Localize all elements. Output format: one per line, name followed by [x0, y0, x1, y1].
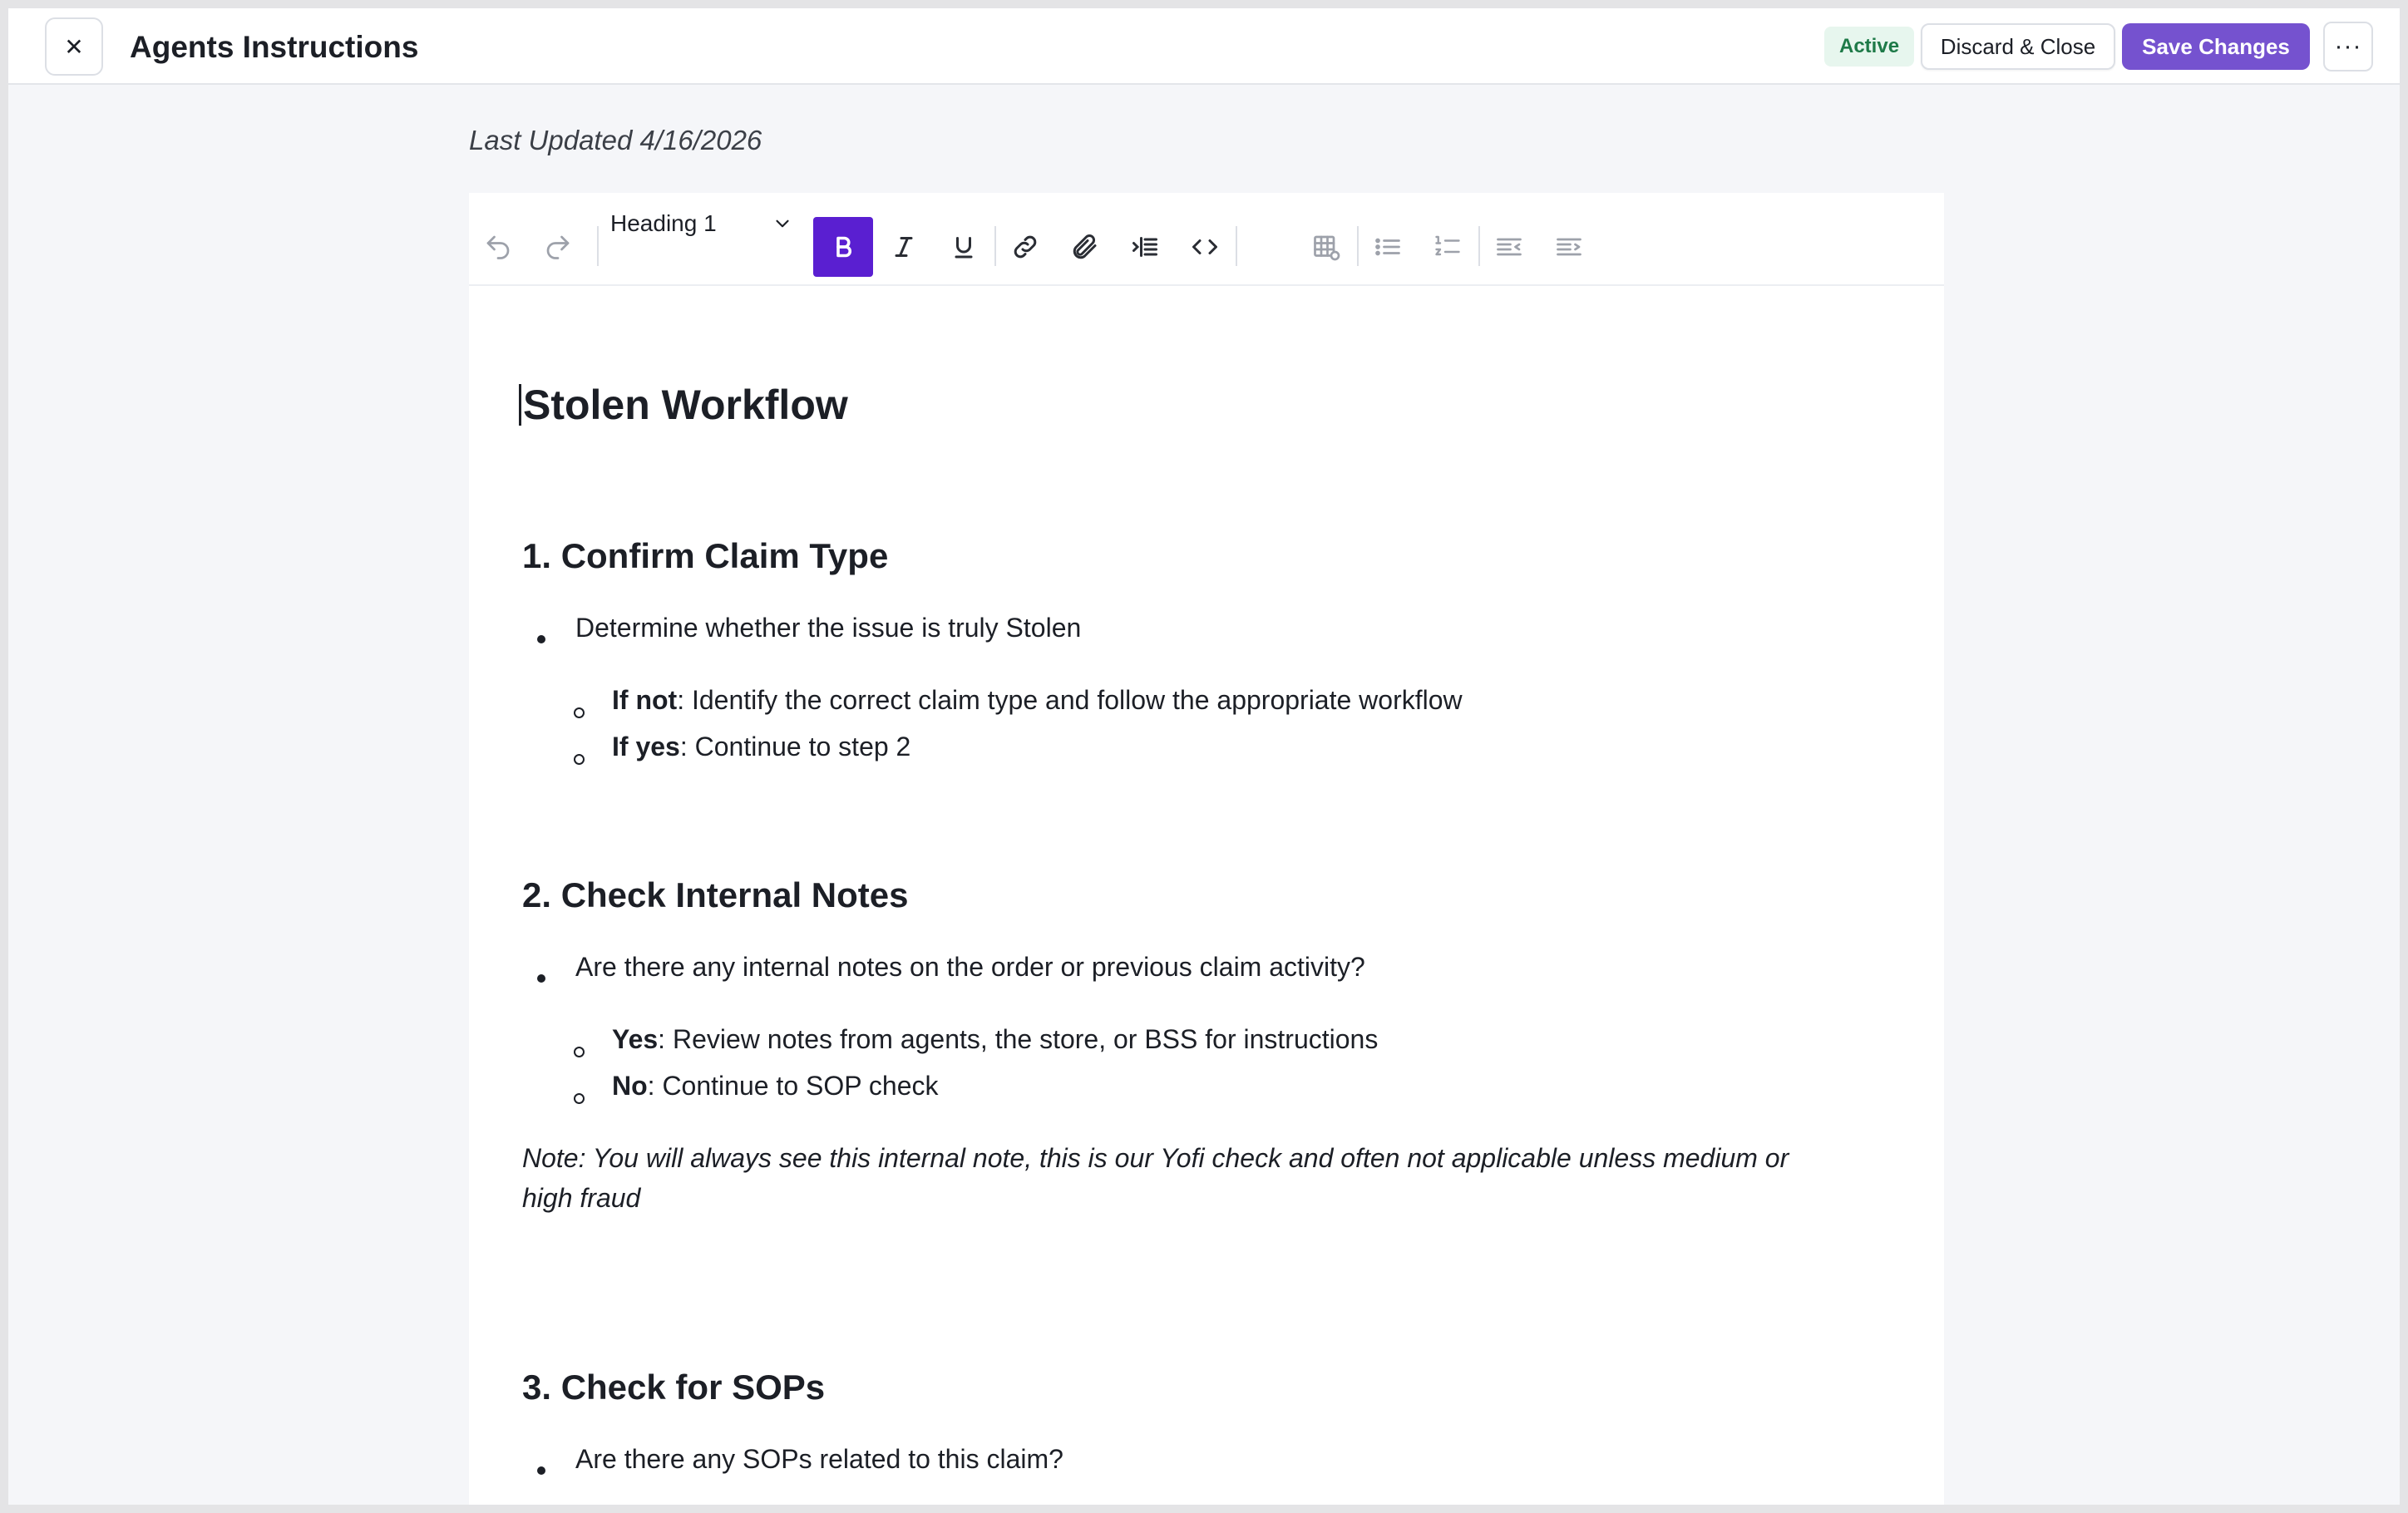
bold-text: If not [612, 685, 678, 715]
numbered-list-button[interactable] [1419, 218, 1477, 276]
indent-icon [1557, 238, 1581, 256]
link-icon [1014, 235, 1037, 259]
heading-style-select[interactable]: Heading 1 [610, 203, 793, 244]
bold-text: If yes [612, 732, 680, 761]
sub-text: : Identify the correct claim type and fo… [677, 685, 1463, 715]
sub-bullet-marker [574, 1047, 585, 1057]
section2-sub2[interactable]: No: Continue to SOP check [612, 1067, 938, 1105]
section2-sub1[interactable]: Yes: Review notes from agents, the store… [612, 1020, 1378, 1058]
app-frame: ✕ Agents Instructions Active Discard & C… [8, 8, 2400, 1505]
note-line-1[interactable]: Note: You will always see this internal … [522, 1139, 1789, 1177]
chevron-down-icon [776, 219, 789, 228]
table-settings-icon [1314, 235, 1340, 261]
table-button[interactable] [1297, 218, 1355, 276]
section1-sub1[interactable]: If not: Identify the correct claim type … [612, 681, 1463, 719]
bold-text: Yes [612, 1024, 659, 1054]
outdent-button[interactable] [1480, 218, 1538, 276]
blockquote-icon [1132, 237, 1157, 257]
bold-button[interactable] [813, 217, 873, 277]
sub-bullet-marker [574, 1093, 585, 1104]
bold-text: No [612, 1071, 648, 1101]
save-changes-button[interactable]: Save Changes [2122, 23, 2310, 70]
paperclip-icon [1073, 234, 1097, 259]
sub-text: : Review notes from agents, the store, o… [658, 1024, 1379, 1054]
doc-title[interactable]: Stolen Workflow [519, 384, 848, 426]
indent-button[interactable] [1540, 218, 1598, 276]
code-icon [1192, 239, 1217, 254]
attachment-button[interactable] [1056, 218, 1114, 276]
close-icon: ✕ [64, 33, 84, 60]
more-icon: ··· [2334, 32, 2362, 60]
sub-text: : Continue to step 2 [679, 732, 911, 761]
section1-bullet[interactable]: Determine whether the issue is truly Sto… [575, 609, 1081, 647]
last-updated-text: Last Updated 4/16/2026 [469, 125, 762, 155]
bullet-marker [537, 635, 545, 643]
bold-icon [836, 236, 851, 258]
redo-icon [546, 235, 570, 259]
discard-close-button[interactable]: Discard & Close [1921, 23, 2115, 70]
document-content[interactable]: Stolen Workflow 1. Confirm Claim Type De… [519, 384, 1902, 1475]
italic-icon [895, 237, 913, 257]
page-title: Agents Instructions [130, 30, 419, 64]
toolbar-divider [597, 226, 599, 266]
section-heading-1[interactable]: 1. Confirm Claim Type [522, 539, 888, 574]
sub-bullet-marker [574, 707, 585, 718]
section-heading-3[interactable]: 3. Check for SOPs [522, 1370, 825, 1405]
numbered-list-icon [1435, 235, 1460, 256]
heading-style-value: Heading 1 [610, 210, 717, 236]
close-button[interactable]: ✕ [45, 17, 103, 76]
bullet-list-icon [1375, 238, 1400, 256]
rich-text-editor: Heading 1 Stolen Workflow 1. Confirm Cla… [469, 193, 1944, 1505]
code-button[interactable] [1176, 218, 1234, 276]
bullet-marker [537, 1466, 545, 1475]
note-line-2[interactable]: high fraud [522, 1179, 640, 1217]
bullet-marker [537, 974, 545, 983]
status-badge: Active [1824, 27, 1915, 67]
toolbar-divider [1236, 226, 1237, 266]
blockquote-button[interactable] [1116, 218, 1174, 276]
underline-icon [955, 237, 973, 259]
editor-toolbar: Heading 1 [469, 193, 1944, 286]
link-button[interactable] [996, 218, 1054, 276]
sub-text: : Continue to SOP check [647, 1071, 939, 1101]
outdent-icon [1497, 238, 1522, 256]
section1-sub2[interactable]: If yes: Continue to step 2 [612, 727, 910, 766]
section3-bullet[interactable]: Are there any SOPs related to this claim… [575, 1440, 1063, 1478]
undo-button[interactable] [469, 218, 527, 276]
underline-button[interactable] [935, 218, 993, 276]
undo-icon [486, 235, 510, 259]
redo-button[interactable] [529, 218, 587, 276]
more-options-button[interactable]: ··· [2323, 22, 2373, 71]
bullet-list-button[interactable] [1359, 218, 1417, 276]
sub-bullet-marker [574, 754, 585, 765]
italic-button[interactable] [875, 218, 933, 276]
section2-bullet[interactable]: Are there any internal notes on the orde… [575, 948, 1365, 986]
section-heading-2[interactable]: 2. Check Internal Notes [522, 878, 908, 913]
page-header: ✕ Agents Instructions Active Discard & C… [8, 8, 2400, 85]
